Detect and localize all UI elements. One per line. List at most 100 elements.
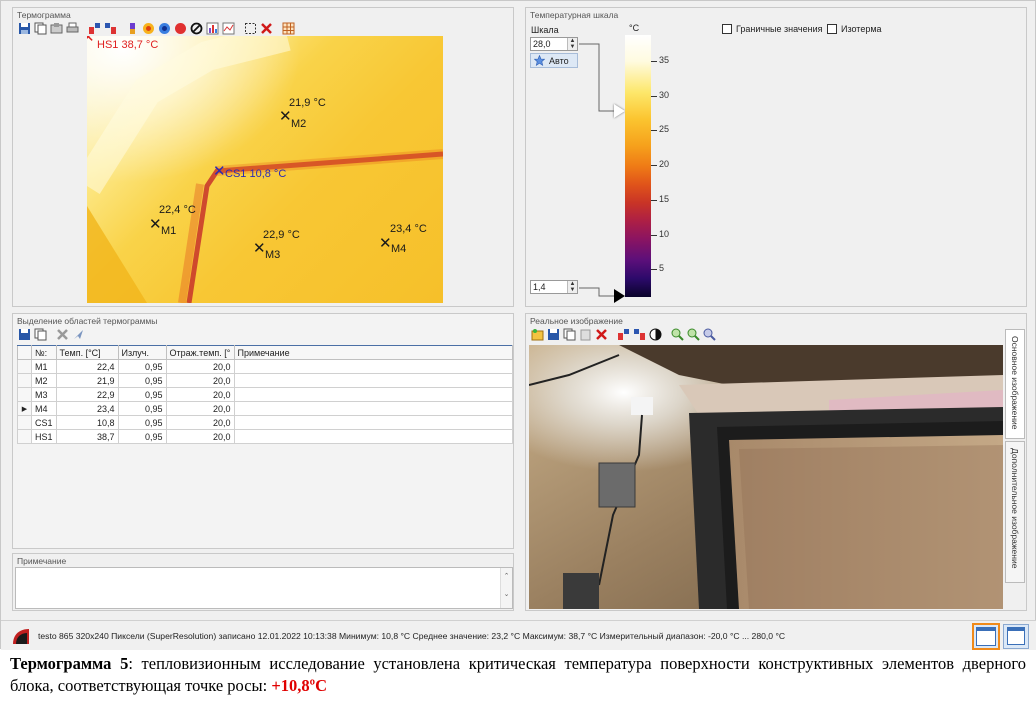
disable-icon[interactable] <box>189 21 204 36</box>
note-scrollbar[interactable]: ⌃ ⌄ <box>500 568 512 608</box>
zoom-out-icon[interactable] <box>686 327 701 342</box>
scale-icon[interactable] <box>125 21 140 36</box>
cell-temp[interactable]: 22,9 <box>55 387 119 402</box>
cell-note[interactable] <box>233 415 514 430</box>
cell-number[interactable]: M3 <box>31 387 57 402</box>
cell-temp[interactable]: 23,4 <box>55 401 119 416</box>
limit-values-checkbox[interactable]: Граничные значения <box>722 24 822 34</box>
row-selector[interactable]: ▶ <box>17 401 32 416</box>
scale-max-stepper-icon[interactable]: ▲ ▼ <box>567 38 577 50</box>
scale-max-input[interactable]: 28,0 ▲ ▼ <box>530 37 578 51</box>
real-delete-icon[interactable] <box>594 327 609 342</box>
scale-tick-label: 20 <box>659 159 670 169</box>
note-textarea[interactable]: ⌃ ⌄ <box>15 567 513 609</box>
rotate-left-icon[interactable] <box>87 21 102 36</box>
contrast-icon[interactable] <box>648 327 663 342</box>
table-row[interactable]: CS1 10,8 0,95 20,0 <box>17 415 514 430</box>
cell-emissivity[interactable]: 0,95 <box>117 401 167 416</box>
real-rotate-left-icon[interactable] <box>616 327 631 342</box>
measure-point-icon[interactable] <box>173 21 188 36</box>
row-selector[interactable] <box>17 429 32 444</box>
row-selector[interactable] <box>17 387 32 402</box>
header-number[interactable]: №: <box>31 345 57 360</box>
hot-spot-icon[interactable] <box>141 21 156 36</box>
table-row[interactable]: HS1 38,7 0,95 20,0 <box>17 429 514 444</box>
table-row[interactable]: M1 22,4 0,95 20,0 <box>17 359 514 374</box>
real-save-icon[interactable] <box>546 327 561 342</box>
auto-scale-button[interactable]: Авто <box>530 53 578 68</box>
cell-reflected-temp[interactable]: 20,0 <box>165 373 235 388</box>
cell-reflected-temp[interactable]: 20,0 <box>165 401 235 416</box>
header-temp[interactable]: Темп. [°C] <box>55 345 119 360</box>
cell-temp[interactable]: 22,4 <box>55 359 119 374</box>
table-row[interactable]: M2 21,9 0,95 20,0 <box>17 373 514 388</box>
table-row[interactable]: ▶ M4 23,4 0,95 20,0 <box>17 401 514 416</box>
scale-min-handle-icon[interactable] <box>614 289 625 303</box>
cell-number[interactable]: M1 <box>31 359 57 374</box>
cell-emissivity[interactable]: 0,95 <box>117 415 167 430</box>
status-bar: testo 865 320x240 Пиксели (SuperResoluti… <box>1 620 1036 650</box>
cell-note[interactable] <box>233 373 514 388</box>
real-paste-icon[interactable] <box>578 327 593 342</box>
row-selector[interactable] <box>17 373 32 388</box>
zoom-fit-icon[interactable] <box>702 327 717 342</box>
color-scale-bar <box>625 35 651 297</box>
save-icon[interactable] <box>17 21 32 36</box>
cell-emissivity[interactable]: 0,95 <box>117 429 167 444</box>
rotate-right-icon[interactable] <box>103 21 118 36</box>
cell-emissivity[interactable]: 0,95 <box>117 387 167 402</box>
row-selector[interactable] <box>17 359 32 374</box>
thermogram-image[interactable]: ✕ HS1 38,7 °C 21,9 °C ✕ M2 ✕ CS1 10,8 °C… <box>87 36 443 303</box>
copy-icon[interactable] <box>33 21 48 36</box>
cell-number[interactable]: CS1 <box>31 415 57 430</box>
header-note[interactable]: Примечание <box>233 345 514 360</box>
profile-icon[interactable] <box>221 21 236 36</box>
scale-min-stepper-icon[interactable]: ▲ ▼ <box>567 281 577 293</box>
cell-temp[interactable]: 21,9 <box>55 373 119 388</box>
histogram-icon[interactable] <box>205 21 220 36</box>
isotherm-checkbox[interactable]: Изотерма <box>827 24 882 34</box>
m4-cross-icon: ✕ <box>379 235 392 252</box>
tab-main-image[interactable]: Основное изображение <box>1005 329 1025 439</box>
zoom-in-icon[interactable] <box>670 327 685 342</box>
grid-icon[interactable] <box>281 21 296 36</box>
cell-number[interactable]: M2 <box>31 373 57 388</box>
cell-number[interactable]: HS1 <box>31 429 57 444</box>
layout-split-icon[interactable] <box>1003 624 1029 649</box>
cell-temp[interactable]: 10,8 <box>55 415 119 430</box>
cell-reflected-temp[interactable]: 20,0 <box>165 429 235 444</box>
areas-navigate-icon[interactable] <box>71 327 86 342</box>
header-reflected-temp[interactable]: Отраж.темп. [° <box>165 345 235 360</box>
cell-note[interactable] <box>233 401 514 416</box>
cell-reflected-temp[interactable]: 20,0 <box>165 387 235 402</box>
areas-delete-icon[interactable] <box>55 327 70 342</box>
export-icon[interactable] <box>49 21 64 36</box>
open-image-icon[interactable] <box>530 327 545 342</box>
cell-number[interactable]: M4 <box>31 401 57 416</box>
cell-emissivity[interactable]: 0,95 <box>117 359 167 374</box>
cell-note[interactable] <box>233 429 514 444</box>
tab-additional-image[interactable]: Дополнительное изображение <box>1005 441 1025 583</box>
select-area-icon[interactable] <box>243 21 258 36</box>
delete-icon[interactable] <box>259 21 274 36</box>
real-rotate-right-icon[interactable] <box>632 327 647 342</box>
cell-reflected-temp[interactable]: 20,0 <box>165 359 235 374</box>
scale-max-handle-icon[interactable] <box>614 104 625 118</box>
print-icon[interactable] <box>65 21 80 36</box>
cold-spot-icon[interactable] <box>157 21 172 36</box>
layout-single-icon[interactable] <box>972 623 1000 650</box>
cell-note[interactable] <box>233 359 514 374</box>
cell-temp[interactable]: 38,7 <box>55 429 119 444</box>
cell-reflected-temp[interactable]: 20,0 <box>165 415 235 430</box>
header-emissivity[interactable]: Излуч. <box>117 345 167 360</box>
limit-values-box[interactable] <box>722 24 732 34</box>
row-selector[interactable] <box>17 415 32 430</box>
scale-min-input[interactable]: 1,4 ▲ ▼ <box>530 280 578 294</box>
areas-copy-icon[interactable] <box>33 327 48 342</box>
real-copy-icon[interactable] <box>562 327 577 342</box>
table-row[interactable]: M3 22,9 0,95 20,0 <box>17 387 514 402</box>
isotherm-box[interactable] <box>827 24 837 34</box>
cell-note[interactable] <box>233 387 514 402</box>
cell-emissivity[interactable]: 0,95 <box>117 373 167 388</box>
areas-save-icon[interactable] <box>17 327 32 342</box>
